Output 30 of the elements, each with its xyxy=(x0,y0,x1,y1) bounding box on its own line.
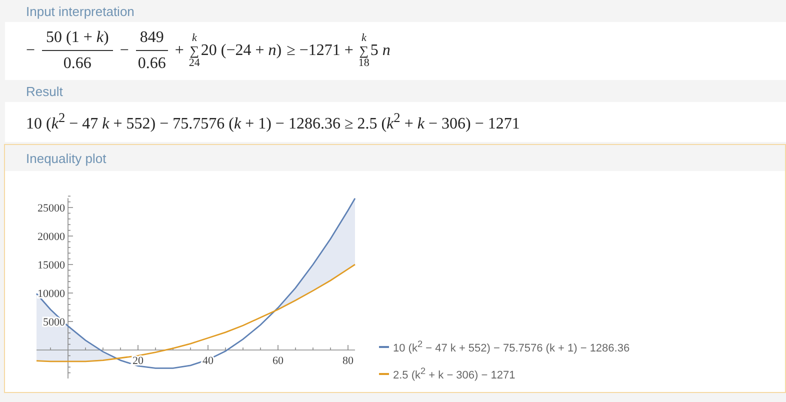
pod-header: Input interpretation xyxy=(25,2,136,21)
math-operator: − xyxy=(120,42,129,60)
sum-lower-limit: 18 xyxy=(358,57,370,69)
fraction-denominator: 0.66 xyxy=(138,54,166,73)
axis-tick-label: 5000 xyxy=(43,316,65,328)
axis-tick-label: 20000 xyxy=(38,231,65,244)
pod-header: Inequality plot xyxy=(25,150,108,168)
legend-label: 10 (k$^{2}$ − 47 k + 552) − 75.7576 (k + 1) − 1286.36 xyxy=(393,338,630,354)
math-operator: − xyxy=(26,42,36,60)
result-formula: 10 (k$^{2}$ − 47 k + 552) − 75.7576 (k + 1) − 1286.36 ≥ 2.5 (k$^{2}$ + k − 306) − 1271 xyxy=(26,110,520,134)
axis-tick-label: 80 xyxy=(342,355,354,367)
axis-tick-label: 20 xyxy=(132,355,144,367)
sum-symbol: ∑ xyxy=(190,44,200,57)
math-operator: ≥ −1271 + xyxy=(286,42,354,60)
fraction-numerator: 50 (1 + k) xyxy=(42,29,113,51)
math-operator: + xyxy=(174,42,184,60)
sum-lower-limit: 24 xyxy=(188,57,200,69)
fraction-numerator: 849 xyxy=(136,29,168,51)
axis-tick-label: 15000 xyxy=(38,260,65,272)
fraction-denominator: 0.66 xyxy=(63,54,92,73)
math-term: 5 n xyxy=(370,42,390,60)
sum-upper-limit: k xyxy=(361,33,366,44)
math-term: 20 (−24 + n) xyxy=(200,42,282,60)
axis-tick-label: 60 xyxy=(272,355,284,367)
legend-label: 2.5 (k$^{2}$ + k − 306) − 1271 xyxy=(393,366,516,382)
axis-tick-label: 10000 xyxy=(38,288,65,300)
sum-upper-limit: k xyxy=(192,33,197,44)
axis-tick-label: 25000 xyxy=(38,202,65,215)
sum-symbol: ∑ xyxy=(359,44,369,57)
pod-header: Result xyxy=(25,82,64,100)
